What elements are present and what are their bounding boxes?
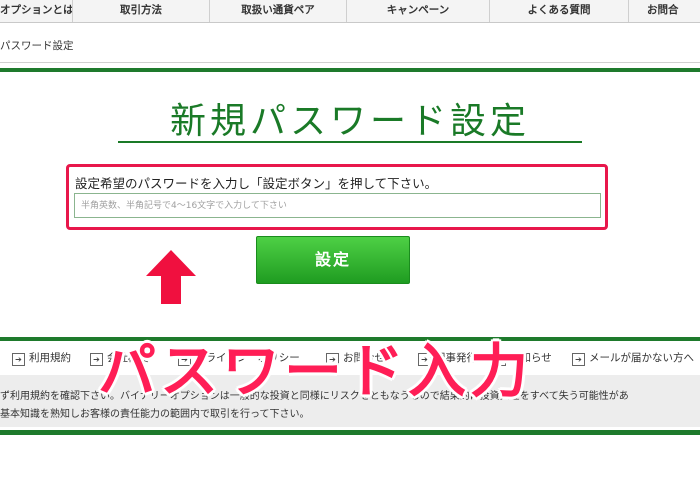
divider	[0, 62, 700, 63]
nav-item-campaign[interactable]: キャンペーン	[347, 0, 490, 22]
nav-item-currency-pairs[interactable]: 取扱い通貨ペア	[210, 0, 347, 22]
box-arrow-right-icon: ➔	[572, 353, 585, 366]
nav-item-trading-method[interactable]: 取引方法	[73, 0, 210, 22]
nav-item-contact[interactable]: お問合	[629, 0, 700, 22]
breadcrumb: パスワード設定	[0, 40, 74, 52]
title-underline	[118, 141, 582, 143]
top-navigation: オプションとは 取引方法 取扱い通貨ペア キャンペーン よくある質問 お問合	[0, 0, 700, 23]
footer-bottom-bar	[0, 430, 700, 435]
header-green-bar	[0, 68, 700, 72]
footer-link-terms[interactable]: ➔ 利用規約	[12, 350, 71, 366]
nav-item-about-options[interactable]: オプションとは	[0, 0, 73, 22]
set-button[interactable]: 設定	[256, 236, 410, 284]
up-arrow-icon	[146, 250, 196, 304]
footer-link-label: メールが届かない方へ	[589, 352, 694, 364]
password-input[interactable]	[74, 193, 601, 218]
page-title: 新規パスワード設定	[169, 101, 530, 142]
instruction-text: 設定希望のパスワードを入力し「設定ボタン」を押して下さい。	[75, 176, 438, 191]
footer-link-label: 利用規約	[29, 352, 71, 364]
nav-item-faq[interactable]: よくある質問	[490, 0, 629, 22]
box-arrow-right-icon: ➔	[12, 353, 25, 366]
overlay-caption: パスワード入力	[98, 337, 533, 405]
footer-link-mail-help[interactable]: ➔ メールが届かない方へ	[572, 350, 694, 366]
